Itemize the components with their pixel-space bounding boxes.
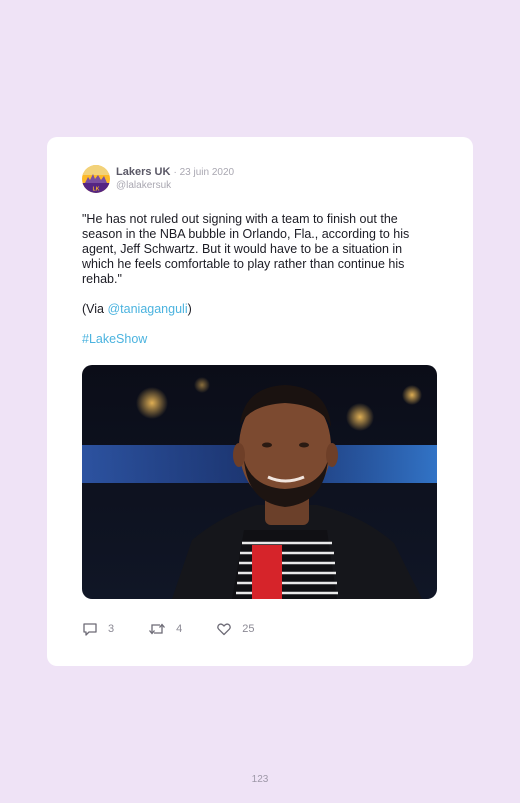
retweet-count: 4 <box>176 623 183 635</box>
heart-icon <box>217 623 232 636</box>
reply-icon <box>83 623 97 636</box>
tweet-text: "He has not ruled out signing with a tea… <box>82 212 410 286</box>
avatar[interactable]: LK <box>82 165 110 193</box>
retweet-button[interactable]: 4 <box>148 621 182 637</box>
tweet-card: LK Lakers UK · 23 juin 2020 @lalakersuk … <box>47 137 473 666</box>
retweet-icon <box>149 623 166 635</box>
mention-link[interactable]: @taniaganguli <box>107 302 187 316</box>
svg-text:LK: LK <box>93 187 100 193</box>
author-name[interactable]: Lakers UK <box>116 166 170 178</box>
author-handle[interactable]: @lalakersuk <box>116 180 171 191</box>
reply-count: 3 <box>108 623 115 635</box>
like-count: 25 <box>242 623 255 635</box>
via-prefix: (Via <box>82 302 108 316</box>
reply-button[interactable]: 3 <box>82 621 114 637</box>
tweet-photo[interactable] <box>82 365 437 599</box>
page-number: 123 <box>251 774 269 785</box>
lakers-logo-icon: LK <box>82 165 110 193</box>
via-suffix: ) <box>187 302 192 316</box>
via-line: (Via @taniaganguli) <box>82 302 192 316</box>
author-line: Lakers UK · 23 juin 2020 <box>116 166 234 178</box>
like-button[interactable]: 25 <box>216 621 255 637</box>
tweet-date[interactable]: · 23 juin 2020 <box>173 167 234 178</box>
player-photo-icon <box>82 365 437 599</box>
hashtag-link[interactable]: #LakeShow <box>82 332 147 346</box>
tweet-actions: 3 4 25 <box>82 620 255 638</box>
